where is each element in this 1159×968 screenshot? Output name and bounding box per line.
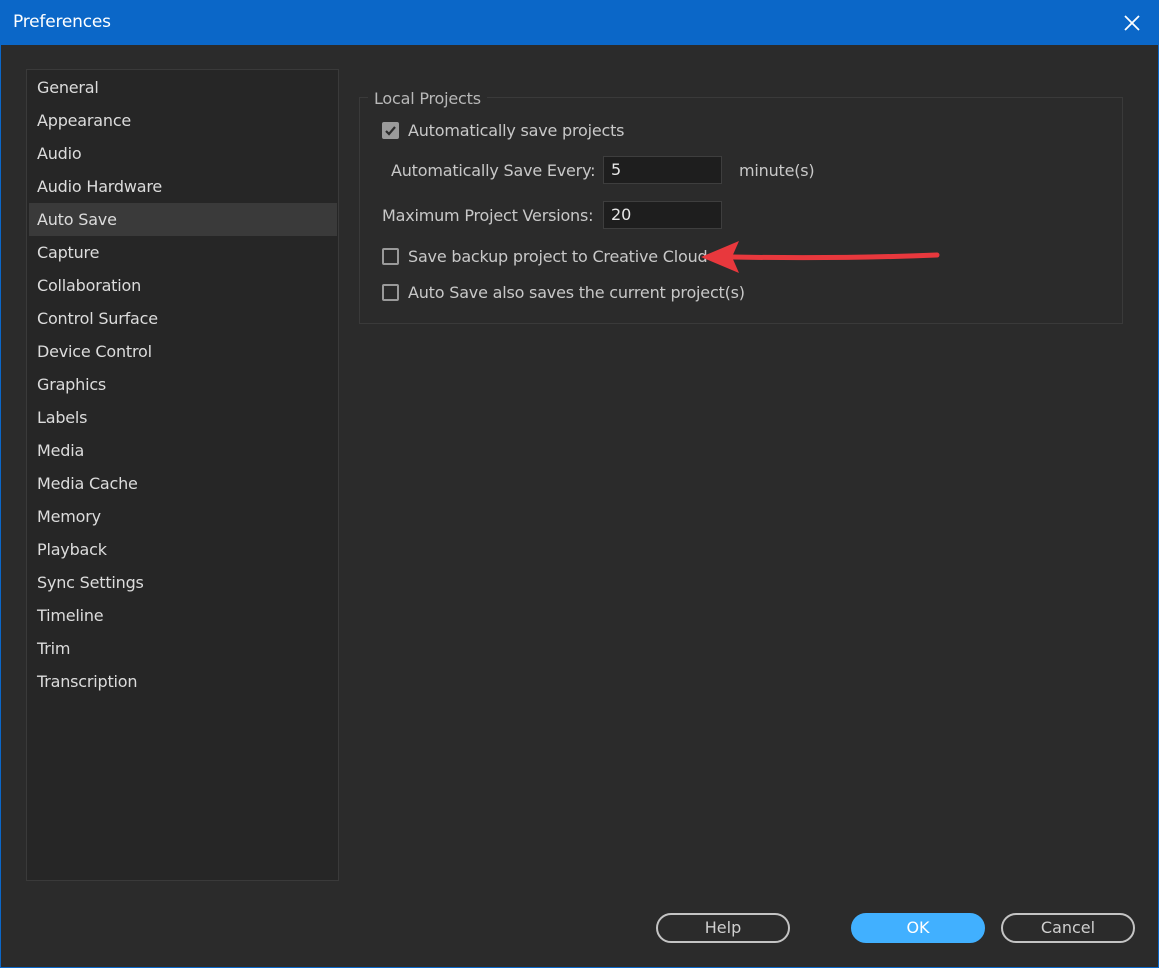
sidebar-item-audio-hardware[interactable]: Audio Hardware	[29, 170, 337, 203]
sidebar-item-timeline[interactable]: Timeline	[29, 599, 337, 632]
save-every-label: Automatically Save Every:	[391, 161, 596, 180]
save-every-unit: minute(s)	[739, 161, 815, 180]
sidebar-item-memory[interactable]: Memory	[29, 500, 337, 533]
red-arrow-annotation	[701, 241, 940, 273]
help-button[interactable]: Help	[656, 913, 790, 943]
max-versions-label: Maximum Project Versions:	[382, 206, 594, 225]
sidebar-item-auto-save[interactable]: Auto Save	[29, 203, 337, 236]
sidebar-item-collaboration[interactable]: Collaboration	[29, 269, 337, 302]
local-projects-legend: Local Projects	[368, 88, 487, 110]
also-saves-current-label[interactable]: Auto Save also saves the current project…	[408, 282, 745, 304]
auto-save-label[interactable]: Automatically save projects	[408, 120, 625, 142]
sidebar-item-appearance[interactable]: Appearance	[29, 104, 337, 137]
backup-cc-checkbox[interactable]	[382, 248, 399, 265]
preferences-category-list: General Appearance Audio Audio Hardware …	[26, 69, 339, 881]
sidebar-item-audio[interactable]: Audio	[29, 137, 337, 170]
ok-button[interactable]: OK	[851, 913, 985, 943]
sidebar-item-sync-settings[interactable]: Sync Settings	[29, 566, 337, 599]
sidebar-item-general[interactable]: General	[29, 71, 337, 104]
sidebar-item-capture[interactable]: Capture	[29, 236, 337, 269]
close-icon[interactable]	[1122, 13, 1142, 33]
sidebar-item-media[interactable]: Media	[29, 434, 337, 467]
sidebar-item-transcription[interactable]: Transcription	[29, 665, 337, 698]
sidebar-item-device-control[interactable]: Device Control	[29, 335, 337, 368]
preferences-dialog: Preferences General Appearance Audio Aud…	[0, 0, 1159, 968]
title-bar: Preferences	[1, 1, 1158, 45]
backup-cc-label[interactable]: Save backup project to Creative Cloud	[408, 246, 708, 268]
max-versions-input[interactable]: 20	[603, 201, 722, 229]
checkmark-icon	[385, 126, 396, 136]
sidebar-item-graphics[interactable]: Graphics	[29, 368, 337, 401]
auto-save-checkbox[interactable]	[382, 122, 399, 139]
sidebar-item-trim[interactable]: Trim	[29, 632, 337, 665]
save-every-input[interactable]: 5	[603, 156, 722, 184]
cancel-button[interactable]: Cancel	[1001, 913, 1135, 943]
sidebar-item-control-surface[interactable]: Control Surface	[29, 302, 337, 335]
sidebar-item-playback[interactable]: Playback	[29, 533, 337, 566]
sidebar-item-media-cache[interactable]: Media Cache	[29, 467, 337, 500]
window-title: Preferences	[13, 12, 111, 32]
also-saves-current-checkbox[interactable]	[382, 284, 399, 301]
sidebar-item-labels[interactable]: Labels	[29, 401, 337, 434]
